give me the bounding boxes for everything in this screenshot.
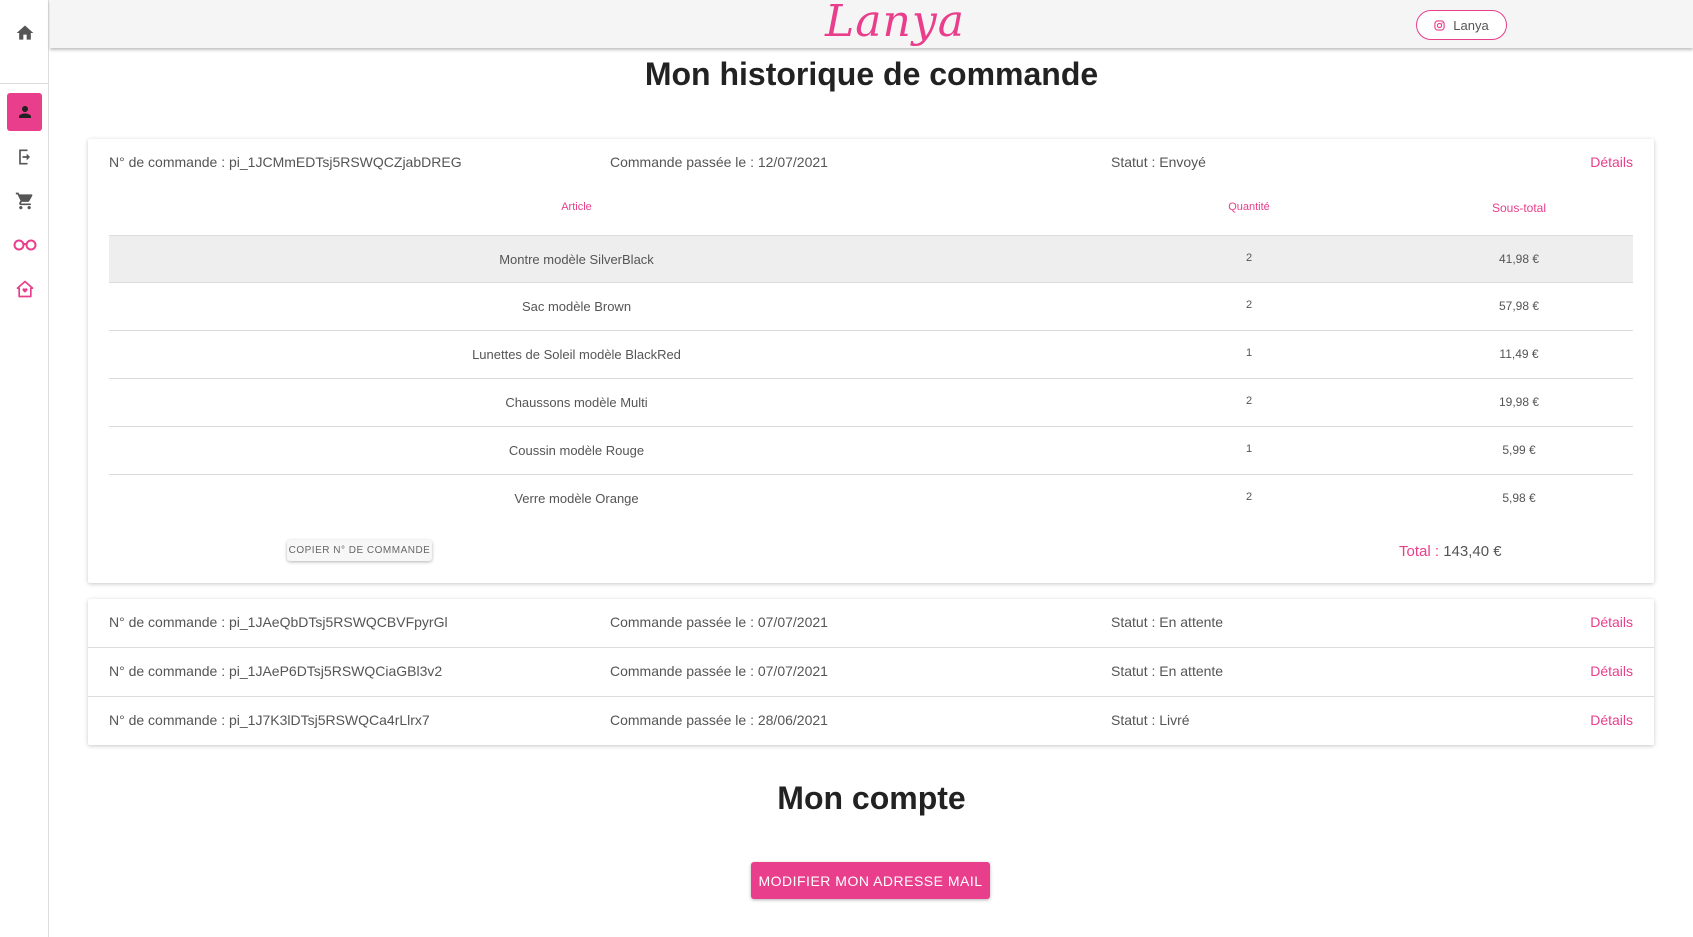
order-date: Commande passée le : 28/06/2021 [610, 712, 828, 728]
order-row: N° de commande : pi_1JAeQbDTsj5RSWQCBVFp… [88, 599, 1654, 648]
instagram-button[interactable]: Lanya [1416, 10, 1507, 40]
details-link[interactable]: Détails [1590, 663, 1633, 679]
column-header-subtotal: Sous-total [1491, 201, 1547, 215]
order-number: N° de commande : pi_1J7K3lDTsj5RSWQCa4rL… [109, 712, 430, 728]
column-header-article: Article [561, 201, 592, 213]
item-subtotal: 5,98 € [1502, 491, 1536, 505]
order-row: N° de commande : pi_1JAeP6DTsj5RSWQCiaGB… [88, 648, 1654, 697]
item-quantity: 2 [1245, 252, 1253, 264]
item-article: Sac modèle Brown [521, 299, 632, 314]
order-card-expanded: N° de commande : pi_1JCMmEDTsj5RSWQCZjab… [88, 139, 1654, 583]
page-title: Mon historique de commande [644, 56, 1099, 92]
copy-order-number-button[interactable]: COPIER N° DE COMMANDE [287, 540, 432, 561]
sidebar [0, 0, 49, 937]
logout-icon[interactable] [7, 138, 42, 176]
change-email-button[interactable]: MODIFIER MON ADRESSE MAIL [751, 862, 990, 899]
item-article: Chaussons modèle Multi [505, 395, 648, 410]
order-total: Total : 143,40 € [1399, 543, 1502, 560]
glasses-icon[interactable] [7, 226, 42, 264]
order-date: Commande passée le : 07/07/2021 [610, 663, 828, 679]
instagram-label: Lanya [1453, 17, 1489, 33]
table-row: Lunettes de Soleil modèle BlackRed 1 11,… [109, 331, 1633, 379]
table-row: Verre modèle Orange 2 5,98 € [109, 475, 1633, 523]
details-link[interactable]: Détails [1590, 154, 1633, 170]
cart-icon[interactable] [7, 182, 42, 220]
item-subtotal: 57,98 € [1498, 299, 1540, 313]
item-subtotal: 5,99 € [1502, 443, 1536, 457]
item-article: Verre modèle Orange [514, 491, 639, 506]
account-title: Mon compte [777, 780, 966, 816]
order-row: N° de commande : pi_1J7K3lDTsj5RSWQCa4rL… [88, 697, 1654, 745]
details-link[interactable]: Détails [1590, 712, 1633, 728]
order-number: N° de commande : pi_1JCMmEDTsj5RSWQCZjab… [109, 154, 462, 170]
order-number: N° de commande : pi_1JAeQbDTsj5RSWQCBVFp… [109, 614, 448, 630]
order-status: Statut : Livré [1111, 712, 1190, 728]
order-header: N° de commande : pi_1JCMmEDTsj5RSWQCZjab… [88, 139, 1654, 187]
column-header-quantity: Quantité [1228, 201, 1270, 213]
item-quantity: 2 [1245, 491, 1253, 503]
order-status: Statut : En attente [1111, 614, 1224, 630]
item-article: Montre modèle SilverBlack [499, 252, 654, 267]
order-status: Statut : En attente [1111, 663, 1224, 679]
house-heart-icon[interactable] [7, 270, 42, 308]
item-article: Coussin modèle Rouge [508, 443, 645, 458]
item-article: Lunettes de Soleil modèle BlackRed [472, 347, 681, 362]
brand-logo[interactable]: Lanya [820, 0, 970, 47]
item-subtotal: 41,98 € [1498, 252, 1540, 266]
table-row: Sac modèle Brown 2 57,98 € [109, 283, 1633, 331]
details-link[interactable]: Détails [1590, 614, 1633, 630]
instagram-icon [1434, 19, 1445, 31]
item-subtotal: 19,98 € [1498, 395, 1540, 409]
order-list: N° de commande : pi_1JAeQbDTsj5RSWQCBVFp… [88, 599, 1654, 745]
order-date: Commande passée le : 12/07/2021 [610, 154, 828, 170]
order-date: Commande passée le : 07/07/2021 [610, 614, 828, 630]
total-value: 143,40 € [1443, 543, 1502, 560]
total-label: Total : [1399, 543, 1440, 560]
home-icon[interactable] [7, 14, 42, 52]
user-icon[interactable] [7, 93, 42, 131]
top-header: Lanya Lanya [50, 0, 1693, 48]
table-row: Montre modèle SilverBlack 2 41,98 € [109, 235, 1633, 283]
item-quantity: 1 [1245, 347, 1253, 359]
table-row: Chaussons modèle Multi 2 19,98 € [109, 379, 1633, 427]
item-quantity: 2 [1245, 299, 1253, 311]
table-row: Coussin modèle Rouge 1 5,99 € [109, 427, 1633, 475]
item-subtotal: 11,49 € [1499, 347, 1539, 361]
order-number: N° de commande : pi_1JAeP6DTsj5RSWQCiaGB… [109, 663, 443, 679]
item-quantity: 2 [1245, 395, 1253, 407]
item-quantity: 1 [1245, 443, 1253, 455]
order-status: Statut : Envoyé [1111, 154, 1206, 170]
sidebar-divider [0, 83, 49, 84]
